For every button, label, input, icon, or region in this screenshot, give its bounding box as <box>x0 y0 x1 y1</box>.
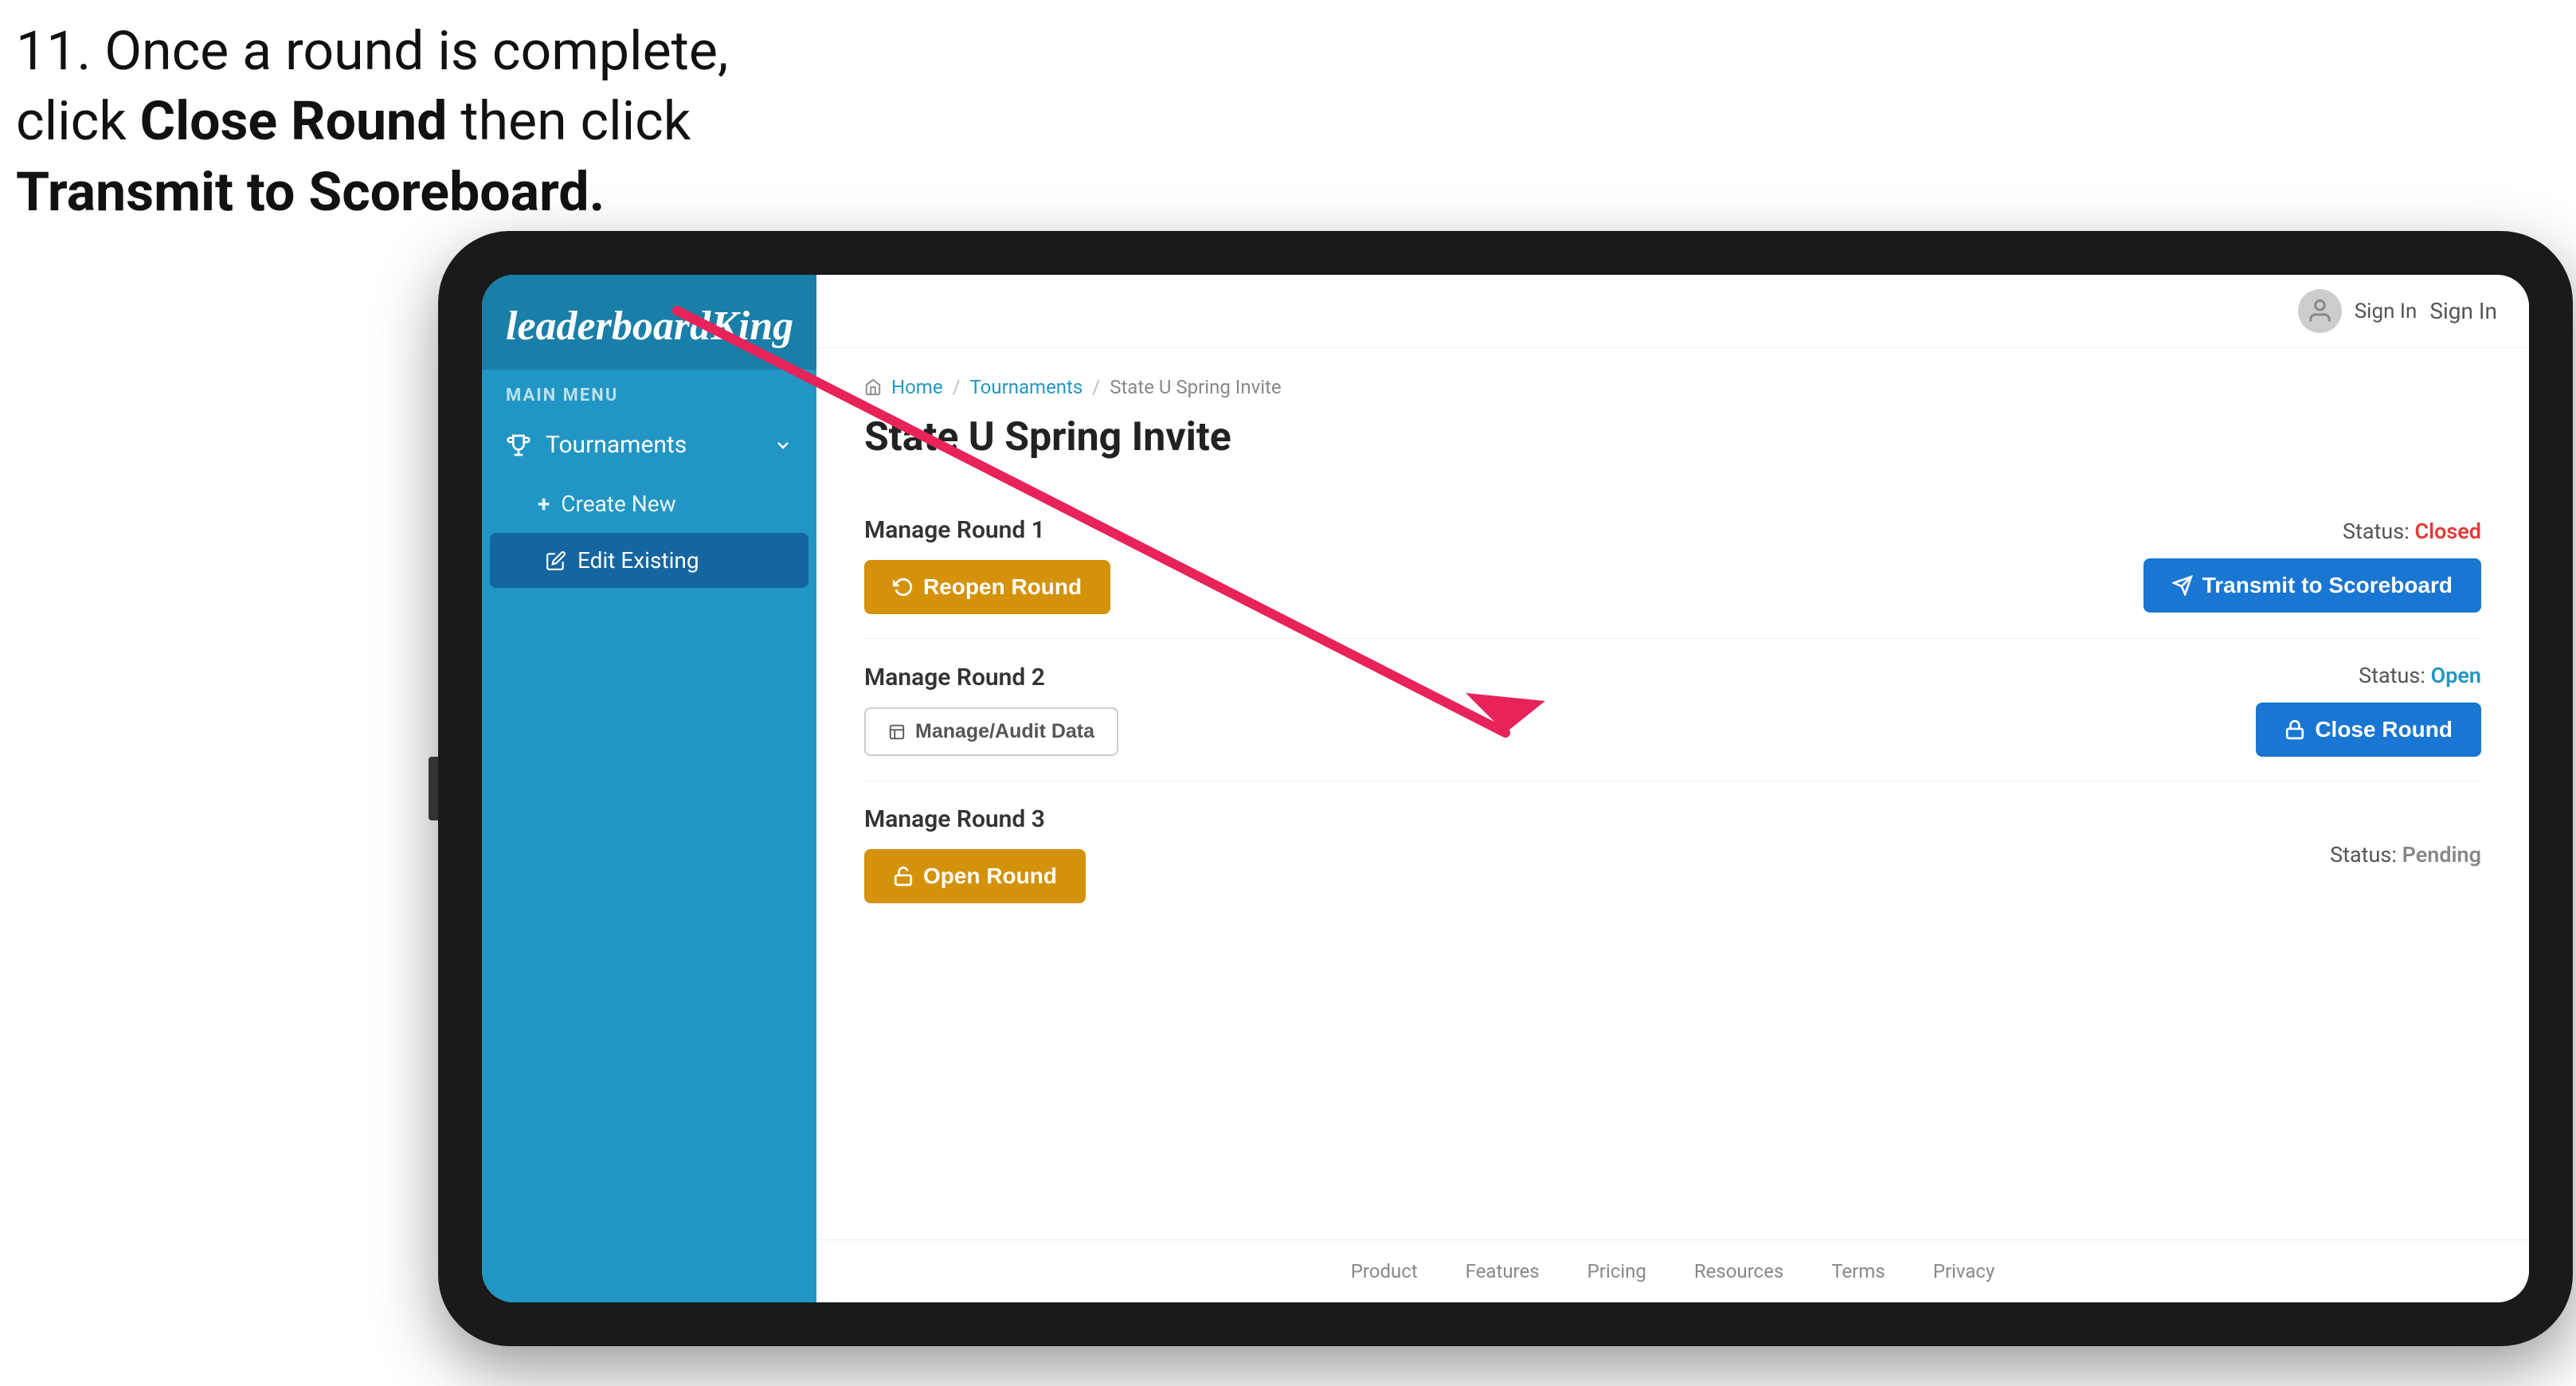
sidebar-item-create-new[interactable]: + Create New <box>482 476 816 531</box>
open-round-icon <box>893 866 914 887</box>
content-body: Home / Tournaments / State U Spring Invi… <box>816 348 2529 1239</box>
plus-icon: + <box>538 491 550 517</box>
round-row-3: Manage Round 3 Open Round Status: <box>864 781 2481 927</box>
chevron-down-icon <box>773 436 793 455</box>
avatar <box>2298 289 2342 333</box>
sign-in-link[interactable]: Sign In <box>2355 300 2417 323</box>
instruction-text: 11. Once a round is complete, click Clos… <box>16 16 728 227</box>
round-row-1: Manage Round 1 Reopen Round Status: <box>864 492 2481 639</box>
reopen-round-button[interactable]: Reopen Round <box>864 560 1110 614</box>
breadcrumb: Home / Tournaments / State U Spring Invi… <box>864 376 2481 398</box>
transmit-icon <box>2172 575 2193 596</box>
main-menu-label: MAIN MENU <box>482 370 816 413</box>
home-breadcrumb-icon <box>864 378 882 396</box>
logo: leaderboardKing <box>506 303 793 350</box>
round-2-label: Manage Round 2 <box>864 664 1118 691</box>
trophy-icon <box>506 433 531 458</box>
manage-audit-data-button[interactable]: Manage/Audit Data <box>864 707 1118 756</box>
footer: Product Features Pricing Resources Terms… <box>816 1239 2529 1302</box>
open-round-button[interactable]: Open Round <box>864 849 1086 903</box>
sidebar-logo: leaderboardKing <box>482 275 816 370</box>
round-2-status: Status: Open <box>2359 663 2481 688</box>
lock-icon <box>2284 719 2305 740</box>
top-bar: Sign In Sign In <box>816 275 2529 348</box>
close-round-button[interactable]: Close Round <box>2256 703 2481 757</box>
tablet-screen: leaderboardKing MAIN MENU Tournaments <box>482 275 2529 1302</box>
footer-link-terms[interactable]: Terms <box>1831 1260 1885 1282</box>
main-content: Sign In Sign In Home / Tournaments / <box>816 275 2529 1302</box>
sidebar: leaderboardKing MAIN MENU Tournaments <box>482 275 816 1302</box>
reopen-icon <box>893 577 914 597</box>
breadcrumb-home[interactable]: Home <box>891 376 943 398</box>
tablet-frame: leaderboardKing MAIN MENU Tournaments <box>438 231 2573 1346</box>
audit-icon <box>888 723 906 741</box>
sidebar-item-edit-existing[interactable]: Edit Existing <box>490 533 808 588</box>
sign-in-area: Sign In Sign In <box>2298 289 2497 333</box>
sidebar-item-tournaments[interactable]: Tournaments <box>482 413 816 476</box>
round-1-status: Status: Closed <box>2343 519 2481 544</box>
app-layout: leaderboardKing MAIN MENU Tournaments <box>482 275 2529 1302</box>
breadcrumb-current: State U Spring Invite <box>1110 376 1281 398</box>
round-3-status: Status: Pending <box>2330 842 2481 867</box>
edit-icon <box>546 550 566 571</box>
round-3-label: Manage Round 3 <box>864 805 1086 833</box>
footer-link-resources[interactable]: Resources <box>1694 1260 1783 1282</box>
transmit-to-scoreboard-button[interactable]: Transmit to Scoreboard <box>2143 558 2481 613</box>
round-1-label: Manage Round 1 <box>864 516 1110 544</box>
breadcrumb-tournaments[interactable]: Tournaments <box>970 376 1083 398</box>
footer-link-features[interactable]: Features <box>1466 1260 1540 1282</box>
footer-link-privacy[interactable]: Privacy <box>1933 1260 1995 1282</box>
sidebar-nav: Tournaments + Create New <box>482 413 816 1302</box>
page-title: State U Spring Invite <box>864 414 2481 460</box>
tablet-side-button <box>429 757 438 820</box>
footer-link-pricing[interactable]: Pricing <box>1587 1260 1646 1282</box>
footer-link-product[interactable]: Product <box>1351 1260 1418 1282</box>
round-row-2: Manage Round 2 Manage/Audit Data Status: <box>864 639 2481 781</box>
